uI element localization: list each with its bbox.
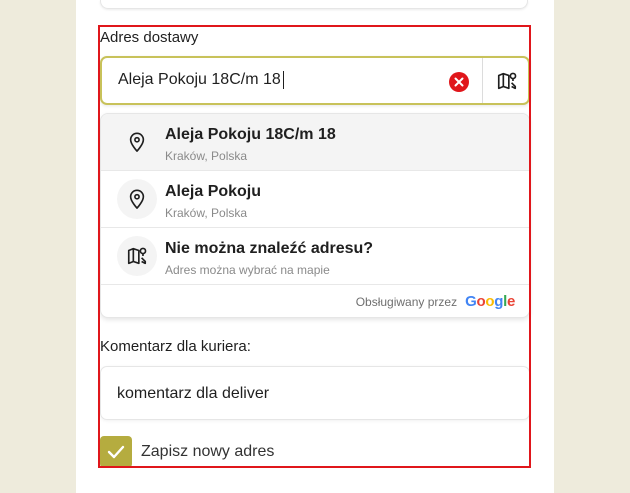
previous-card [100, 0, 528, 9]
highlight-frame [98, 25, 531, 468]
